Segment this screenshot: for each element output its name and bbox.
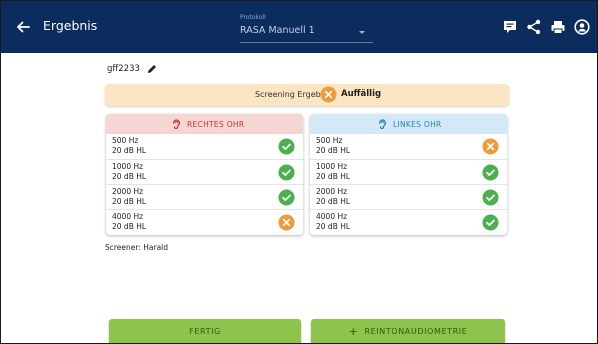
result-row: 1000 Hz 20 dB HL: [106, 159, 303, 184]
level-label: 20 dB HL: [112, 197, 147, 206]
result-row: 500 Hz 20 dB HL: [106, 134, 303, 159]
ear-icon: [172, 119, 181, 130]
protocol-label: Protokoll: [240, 14, 266, 21]
pure-tone-audiometry-button[interactable]: + REINTONAUDIOMETRIE: [311, 319, 505, 343]
account-icon[interactable]: [573, 18, 591, 36]
check-circle-icon: [482, 189, 499, 206]
arrow-left-icon[interactable]: [13, 17, 33, 37]
level-label: 20 dB HL: [316, 222, 351, 231]
frequency-label: 500 Hz: [316, 136, 343, 145]
frequency-label: 2000 Hz: [316, 187, 348, 196]
result-row: 500 Hz 20 dB HL: [310, 134, 507, 159]
card-id: gff2233: [107, 64, 140, 74]
done-button-label: FERTIG: [189, 327, 221, 336]
screening-result-banner: Screening Ergebnis: Auffällig: [105, 84, 509, 106]
print-icon[interactable]: [549, 18, 567, 36]
x-circle-icon: [320, 86, 337, 103]
protocol-value: RASA Manuell 1: [240, 25, 315, 36]
x-circle-icon: [278, 214, 295, 231]
check-circle-icon: [482, 214, 499, 231]
screening-result-value: Auffällig: [341, 89, 382, 99]
level-label: 20 dB HL: [112, 172, 147, 181]
check-circle-icon: [482, 164, 499, 181]
frequency-label: 1000 Hz: [316, 162, 348, 171]
plus-icon: +: [348, 325, 359, 338]
chevron-down-icon: [359, 31, 365, 34]
right-ear-rows: 500 Hz 20 dB HL 1000 Hz 20 dB HL 2000 Hz 20 d…: [106, 134, 303, 234]
result-row: 4000 Hz 20 dB HL: [106, 209, 303, 234]
left-ear-rows: 500 Hz 20 dB HL 1000 Hz 20 dB HL 2000 Hz 20 d…: [310, 134, 507, 234]
level-label: 20 dB HL: [112, 222, 147, 231]
left-ear-title: LINKES OHR: [393, 120, 442, 129]
right-ear-header: RECHTES OHR: [106, 114, 303, 134]
app-bar: Ergebnis Protokoll RASA Manuell 1: [1, 1, 597, 53]
pencil-icon[interactable]: [146, 63, 158, 75]
ear-icon: [378, 119, 387, 130]
level-label: 20 dB HL: [316, 172, 351, 181]
pure-tone-audiometry-label: REINTONAUDIOMETRIE: [364, 327, 468, 336]
x-circle-icon: [482, 138, 499, 155]
done-button[interactable]: FERTIG: [109, 319, 301, 343]
level-label: 20 dB HL: [316, 197, 351, 206]
frequency-label: 4000 Hz: [316, 212, 348, 221]
check-circle-icon: [278, 189, 295, 206]
share-icon[interactable]: [525, 18, 543, 36]
left-ear-header: LINKES OHR: [310, 114, 507, 134]
right-ear-title: RECHTES OHR: [187, 120, 245, 129]
frequency-label: 2000 Hz: [112, 187, 144, 196]
page-title: Ergebnis: [43, 18, 98, 33]
notes-icon[interactable]: [501, 18, 519, 36]
screener-name: Screener: Harald: [105, 243, 169, 252]
result-row: 1000 Hz 20 dB HL: [310, 159, 507, 184]
screen: Ergebnis Protokoll RASA Manuell 1 gff223…: [0, 0, 598, 344]
frequency-label: 1000 Hz: [112, 162, 144, 171]
result-row: 2000 Hz 20 dB HL: [310, 184, 507, 209]
result-row: 4000 Hz 20 dB HL: [310, 209, 507, 234]
protocol-underline: [240, 42, 373, 43]
result-row: 2000 Hz 20 dB HL: [106, 184, 303, 209]
check-circle-icon: [278, 138, 295, 155]
level-label: 20 dB HL: [112, 146, 147, 155]
level-label: 20 dB HL: [316, 146, 351, 155]
frequency-label: 500 Hz: [112, 136, 139, 145]
left-ear-card: LINKES OHR 500 Hz 20 dB HL 1000 Hz 20 dB HL…: [310, 114, 507, 235]
frequency-label: 4000 Hz: [112, 212, 144, 221]
right-ear-card: RECHTES OHR 500 Hz 20 dB HL 1000 Hz 20 dB H…: [106, 114, 303, 235]
check-circle-icon: [278, 164, 295, 181]
